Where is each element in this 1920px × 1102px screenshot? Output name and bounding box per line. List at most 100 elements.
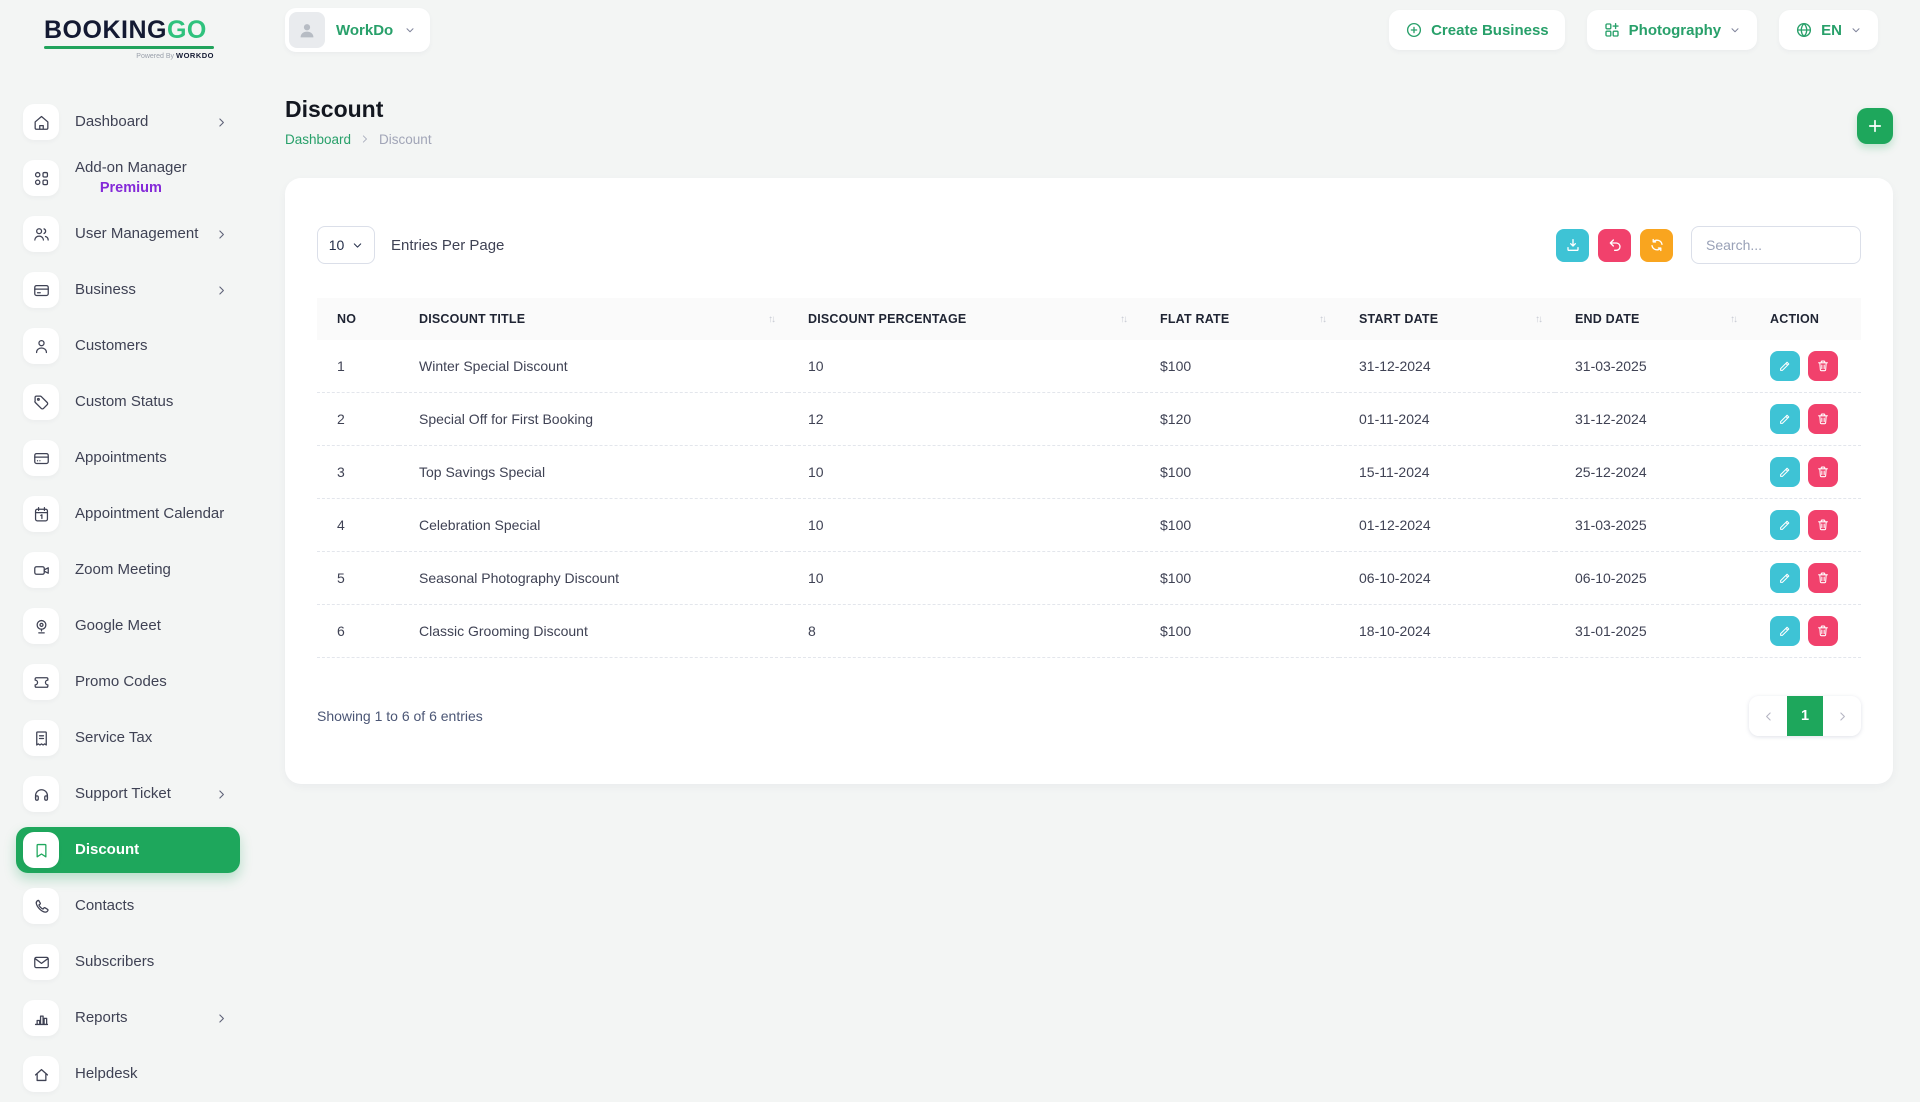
phone-icon [23,888,59,924]
topbar: WorkDo Create Business Photography EN [254,0,1920,58]
chevron-right-icon [215,1012,228,1025]
col-header-start-date[interactable]: START DATE↑↓ [1339,298,1555,340]
edit-button[interactable] [1770,510,1800,540]
credit-card-icon [23,272,59,308]
sidebar-item-reports[interactable]: Reports [16,990,240,1046]
headphones-icon [23,776,59,812]
sort-icon[interactable]: ↑↓ [1319,314,1325,325]
sidebar-item-contacts[interactable]: Contacts [16,878,240,934]
delete-button[interactable] [1808,616,1838,646]
trash-icon [1816,571,1830,585]
trash-icon [1816,518,1830,532]
sidebar-item-custom-status[interactable]: Custom Status [16,374,240,430]
sidebar-item-dashboard[interactable]: Dashboard [16,94,240,150]
table-row: 4 Celebration Special 10 $100 01-12-2024… [317,499,1861,552]
col-header-action: ACTION [1750,298,1861,340]
refresh-icon [1649,237,1665,253]
add-discount-button[interactable] [1857,108,1893,144]
delete-button[interactable] [1808,510,1838,540]
sidebar-item-promo-codes[interactable]: Promo Codes [16,654,240,710]
sidebar-item-service-tax[interactable]: Service Tax [16,710,240,766]
create-business-button[interactable]: Create Business [1389,10,1565,50]
table-row: 3 Top Savings Special 10 $100 15-11-2024… [317,446,1861,499]
pencil-icon [1778,465,1792,479]
edit-button[interactable] [1770,457,1800,487]
entries-per-page-label: Entries Per Page [391,237,504,254]
chevron-right-icon [215,116,228,129]
export-button[interactable] [1556,229,1589,262]
col-header-discount-percentage[interactable]: DISCOUNT PERCENTAGE↑↓ [788,298,1140,340]
delete-button[interactable] [1808,563,1838,593]
sidebar-item-business[interactable]: Business [16,262,240,318]
sort-icon[interactable]: ↑↓ [768,314,774,325]
pencil-icon [1778,518,1792,532]
bookmark-icon [23,832,59,868]
edit-button[interactable] [1770,404,1800,434]
col-header-flat-rate[interactable]: FLAT RATE↑↓ [1140,298,1339,340]
sidebar-item-customers[interactable]: Customers [16,318,240,374]
bar-chart-icon [23,1000,59,1036]
table-row: 6 Classic Grooming Discount 8 $100 18-10… [317,605,1861,658]
entries-per-page-select[interactable]: 10 [317,226,375,264]
user-icon [23,328,59,364]
sort-icon[interactable]: ↑↓ [1535,314,1541,325]
workspace-selector[interactable]: WorkDo [285,8,430,52]
mail-icon [23,944,59,980]
table-row: 2 Special Off for First Booking 12 $120 … [317,393,1861,446]
logo-underline [44,46,214,49]
helpdesk-icon [23,1056,59,1092]
edit-button[interactable] [1770,616,1800,646]
home-icon [23,104,59,140]
col-header-end-date[interactable]: END DATE↑↓ [1555,298,1750,340]
sidebar-item-user-management[interactable]: User Management [16,206,240,262]
sidebar-nav: Dashboard Add-on ManagerPremium User Man… [0,94,254,1102]
page-title: Discount [285,96,383,123]
calendar-icon [23,496,59,532]
pagination-page-1[interactable]: 1 [1787,696,1823,736]
sidebar-item-addon-manager[interactable]: Add-on ManagerPremium [16,150,240,206]
pencil-icon [1778,412,1792,426]
brand-logo: BOOKINGGO Powered By WORKDO [44,16,214,60]
reset-button[interactable] [1598,229,1631,262]
search-input[interactable] [1691,226,1861,264]
breadcrumb-current: Discount [379,132,432,147]
edit-button[interactable] [1770,351,1800,381]
trash-icon [1816,465,1830,479]
sidebar-item-helpdesk[interactable]: Helpdesk [16,1046,240,1102]
plus-circle-icon [1405,21,1423,39]
business-type-selector[interactable]: Photography [1587,10,1758,50]
sidebar-item-discount[interactable]: Discount [16,822,240,878]
sidebar-item-subscribers[interactable]: Subscribers [16,934,240,990]
sidebar: BOOKINGGO Powered By WORKDO Dashboard Ad… [0,0,254,1080]
pagination-prev-button[interactable] [1749,696,1787,736]
pagination-next-button[interactable] [1823,696,1861,736]
sort-icon[interactable]: ↑↓ [1730,314,1736,325]
chevron-left-icon [1762,710,1775,723]
workspace-avatar [289,12,325,48]
video-icon [23,552,59,588]
sidebar-item-support-ticket[interactable]: Support Ticket [16,766,240,822]
trash-icon [1816,412,1830,426]
delete-button[interactable] [1808,457,1838,487]
download-icon [1565,237,1581,253]
col-header-no: NO [317,298,399,340]
sidebar-item-appointment-calendar[interactable]: Appointment Calendar [16,486,240,542]
undo-icon [1607,237,1623,253]
edit-button[interactable] [1770,563,1800,593]
premium-badge: Premium [75,179,187,197]
delete-button[interactable] [1808,351,1838,381]
table-row: 5 Seasonal Photography Discount 10 $100 … [317,552,1861,605]
category-icon [1603,21,1621,39]
sort-icon[interactable]: ↑↓ [1120,314,1126,325]
refresh-button[interactable] [1640,229,1673,262]
chevron-right-icon [215,228,228,241]
chevron-down-icon [352,240,363,251]
col-header-discount-title[interactable]: DISCOUNT TITLE↑↓ [399,298,788,340]
sidebar-item-zoom-meeting[interactable]: Zoom Meeting [16,542,240,598]
breadcrumb-dashboard-link[interactable]: Dashboard [285,132,351,147]
delete-button[interactable] [1808,404,1838,434]
language-selector[interactable]: EN [1779,10,1878,50]
workspace-name: WorkDo [336,22,393,39]
sidebar-item-appointments[interactable]: Appointments [16,430,240,486]
sidebar-item-google-meet[interactable]: Google Meet [16,598,240,654]
